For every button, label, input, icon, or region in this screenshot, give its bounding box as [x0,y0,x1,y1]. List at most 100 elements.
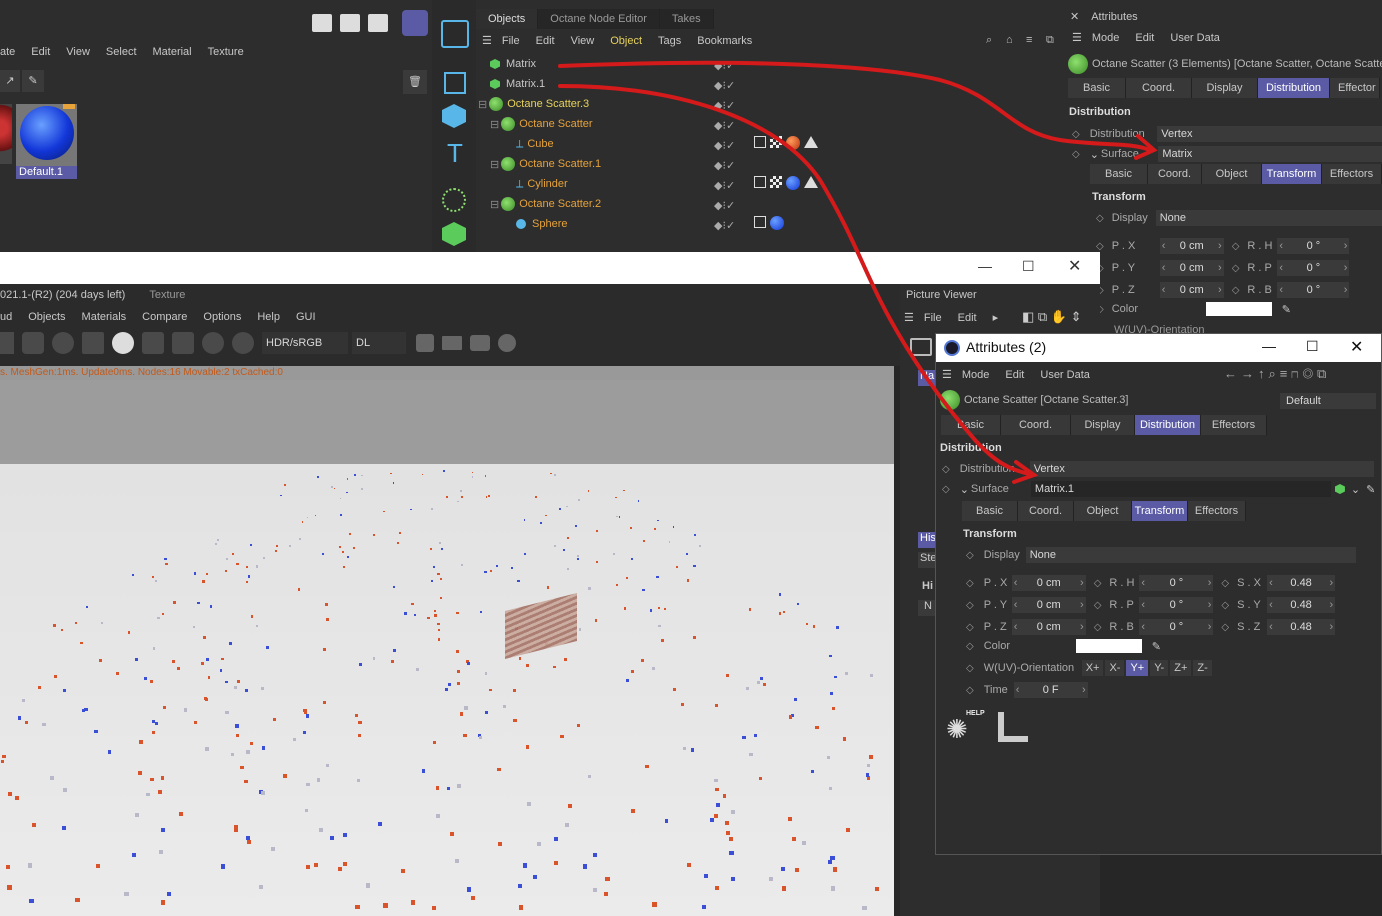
search-icon[interactable]: ⌕ [986,34,992,47]
kernel-select[interactable]: DL [352,332,406,354]
filter-icon[interactable]: ≡ [1280,366,1292,381]
target-icon[interactable]: ◎ [1303,366,1317,381]
rb-input[interactable]: 0 ° [1139,619,1214,635]
collapse-icon[interactable]: ⊟ [478,98,487,111]
collapse-icon[interactable]: ⊟ [490,198,499,211]
tab-display[interactable]: Display [1192,78,1258,98]
keyframe-icon[interactable]: ◇ [966,641,974,652]
subtab-object[interactable]: Object [1074,501,1132,521]
distribution-select[interactable]: Vertex [1029,461,1374,477]
keyframe-icon[interactable]: ◇ [1094,600,1102,611]
visibility-toggle-icon[interactable]: ◆⁝✓ [714,156,750,176]
trash-icon[interactable]: 🗑 [403,70,427,94]
menu-object[interactable]: Object [610,35,642,47]
color-swatch[interactable] [1205,302,1272,316]
camera-icon[interactable] [470,335,490,351]
orientation-option-y-minus[interactable]: Y- [1150,660,1169,676]
filter-icon[interactable] [202,332,224,354]
display-select[interactable]: None [1025,547,1356,563]
orientation-option-y-plus[interactable]: Y+ [1126,660,1149,676]
circle-icon[interactable] [498,334,516,352]
visibility-toggle-icon[interactable]: ◆⁝✓ [714,136,750,156]
keyframe-icon[interactable]: ◇ [942,464,950,475]
menu-compare[interactable]: Compare [142,311,187,323]
tab-basic[interactable]: Basic [941,415,1001,435]
focus-icon[interactable] [172,332,194,354]
collapse-icon[interactable]: ⊟ [490,158,499,171]
region-icon[interactable] [142,332,164,354]
phong-tag-icon[interactable] [754,216,766,228]
expand-icon[interactable]: ⌄ [1090,148,1099,161]
play-icon[interactable]: ▸ [993,311,999,324]
mograph-tool-icon[interactable] [442,222,466,246]
py-input[interactable]: 0 cm [1159,260,1224,276]
surface-link-field[interactable]: Matrix [1158,146,1382,162]
orientation-option-z-minus[interactable]: Z- [1193,660,1212,676]
material-thumbnail-partial[interactable] [0,104,12,164]
distribution-select[interactable]: Vertex [1157,126,1382,142]
menu-texture[interactable]: Texture [208,46,244,58]
eyedropper-icon[interactable]: ✎ [1282,303,1291,316]
tab-display[interactable]: Display [1071,415,1135,435]
keyframe-icon[interactable]: ◇ [1094,622,1102,633]
rp-input[interactable]: 0 ° [1139,597,1214,613]
menu-mode[interactable]: Mode [1092,32,1120,44]
material-thumbnail[interactable] [16,104,77,166]
rp-input[interactable]: 0 ° [1277,260,1350,276]
collapse-icon[interactable]: ⊟ [490,118,499,131]
menu-materials[interactable]: Materials [82,311,127,323]
new-window-icon[interactable]: ⧉ [1046,34,1054,47]
color-space-select[interactable]: HDR/sRGB [262,332,348,354]
orientation-option-z-plus[interactable]: Z+ [1170,660,1192,676]
rectangle-tool-icon[interactable] [444,72,466,94]
checker-tag-icon[interactable] [770,176,782,188]
tab-objects[interactable]: Objects [476,9,539,29]
keyframe-icon[interactable]: ◇ [1221,578,1229,589]
menu-create[interactable]: ate [0,46,15,58]
subtab-basic[interactable]: Basic [1090,164,1148,184]
cloner-tool-icon[interactable] [442,188,466,212]
sx-input[interactable]: 0.48 [1267,575,1336,591]
close-icon[interactable]: ✕ [1070,10,1079,23]
subtab-object[interactable]: Object [1202,164,1262,184]
menu-file[interactable]: File [502,35,520,47]
keyframe-icon[interactable]: ◇ [966,663,974,674]
material-tag-icon[interactable] [770,216,784,230]
lock-icon[interactable]: ⊓ [1291,366,1302,381]
arrow-icon[interactable]: ↗ [0,70,20,92]
up-icon[interactable]: ↑ [1258,366,1269,381]
phong-tag-icon[interactable] [754,176,766,188]
hamburger-icon[interactable]: ☰ [904,311,914,324]
keyframe-icon[interactable]: ◇ [1072,149,1080,160]
material-tag-icon[interactable] [786,136,800,150]
tab-effector[interactable]: Effector [1330,78,1380,98]
menu-edit[interactable]: Edit [1005,369,1024,381]
tab-distribution[interactable]: Distribution [1258,78,1330,98]
move-icon[interactable]: ⇕ [1071,309,1082,324]
menu-edit[interactable]: Edit [536,35,555,47]
forward-icon[interactable]: → [1241,366,1258,381]
keyframe-icon[interactable]: ◇ [966,685,974,696]
px-input[interactable]: 0 cm [1159,238,1224,254]
new-window-icon[interactable]: ⧉ [1038,309,1047,324]
close-icon[interactable]: ✕ [1068,256,1081,276]
gear-icon[interactable] [52,332,74,354]
lock-icon[interactable] [82,332,104,354]
subtab-effectors[interactable]: Effectors [1188,501,1246,521]
render-viewport[interactable] [0,380,894,916]
visibility-toggle-icon[interactable]: ◆⁝✓ [714,76,750,96]
keyframe-icon[interactable]: ◇ [1232,285,1240,296]
preset-select[interactable]: Default [1280,393,1376,409]
minimize-icon[interactable]: — [1262,338,1276,354]
triangle-tag-icon[interactable] [804,176,818,188]
surface-link-field[interactable]: Matrix.1 [1030,481,1331,497]
material-tag-icon[interactable] [786,176,800,190]
maximize-icon[interactable]: ☐ [1306,338,1319,355]
keyframe-icon[interactable]: ◇ [1096,241,1104,252]
menu-file[interactable]: File [924,312,942,324]
menu-select[interactable]: Select [106,46,137,58]
box-icon[interactable] [442,336,462,350]
subtab-effectors[interactable]: Effectors [1322,164,1382,184]
keyframe-icon[interactable]: ◇ [1232,263,1240,274]
new-window-icon[interactable]: ⧉ [1317,366,1330,381]
